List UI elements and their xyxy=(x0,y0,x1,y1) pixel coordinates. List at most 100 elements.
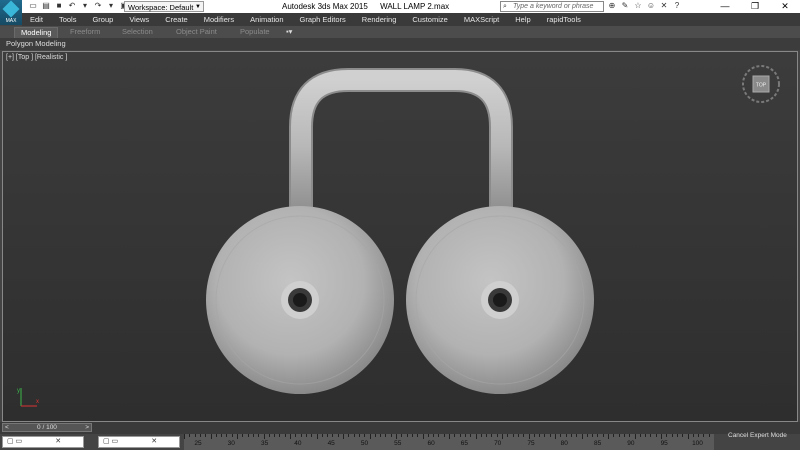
time-slider-value: 0 / 100 xyxy=(37,424,57,431)
menu-modifiers[interactable]: Modifiers xyxy=(196,13,242,26)
timeline-tick xyxy=(698,434,700,437)
right-socket-hole xyxy=(493,293,507,307)
timeline-tick xyxy=(576,434,578,437)
timeline-tick xyxy=(189,434,191,437)
tab-freeform[interactable]: Freeform xyxy=(70,27,100,37)
timeline-tick xyxy=(544,434,546,437)
timeline-tick xyxy=(316,434,318,439)
tab-object-paint[interactable]: Object Paint xyxy=(176,27,217,37)
close-icon[interactable]: ✕ xyxy=(770,0,800,13)
timeline-label: 35 xyxy=(260,440,269,447)
timeline-tick xyxy=(661,434,662,439)
timeline-tick xyxy=(549,434,551,437)
maxscript-listener-mini[interactable]: ▢ ▭ ✕ xyxy=(2,436,84,448)
infocenter-icons: ⊕ ✎ ☆ ☺ ✕ ? xyxy=(607,1,682,11)
time-slider[interactable]: < 0 / 100 > xyxy=(2,423,92,432)
timeline-ruler[interactable]: 25 30 35 40 45 50 55 60 65 70 75 80 85 90 95 100 xyxy=(184,434,714,450)
menu-animation[interactable]: Animation xyxy=(242,13,291,26)
timeline-tick xyxy=(496,434,498,437)
chevron-left-icon[interactable]: < xyxy=(5,424,9,432)
menu-create[interactable]: Create xyxy=(157,13,196,26)
lamp-arm-highlight xyxy=(291,70,511,212)
menu-customize[interactable]: Customize xyxy=(404,13,455,26)
redo-icon[interactable]: ↷ xyxy=(93,1,103,11)
menu-rendering[interactable]: Rendering xyxy=(354,13,405,26)
timeline-tick xyxy=(380,434,382,437)
timeline-tick xyxy=(411,434,413,437)
timeline-label: 80 xyxy=(560,440,568,447)
timeline-tick xyxy=(284,434,286,437)
ribbon-panel-bar: Polygon Modeling xyxy=(0,38,800,50)
timeline-label: 30 xyxy=(227,440,235,447)
timeline-tick xyxy=(555,434,556,439)
timeline-tick xyxy=(539,434,541,437)
timeline-label: 40 xyxy=(294,440,302,447)
viewcube[interactable]: TOP xyxy=(741,64,781,104)
timeline-tick xyxy=(433,434,435,437)
timeline-tick xyxy=(650,434,652,437)
window-title: Autodesk 3ds Max 2015 WALL LAMP 2.max xyxy=(282,1,459,12)
tab-modeling[interactable]: Modeling xyxy=(14,27,59,38)
viewport-top[interactable]: [+] [Top ] [Realistic ] y x TOP xyxy=(2,51,798,422)
timeline-tick xyxy=(565,434,567,437)
timeline-tick xyxy=(502,434,503,439)
undo-icon[interactable]: ↶ xyxy=(67,1,77,11)
save-icon[interactable]: ■ xyxy=(54,1,64,11)
undo-dropdown-icon[interactable]: ▾ xyxy=(80,1,90,11)
timeline-tick xyxy=(199,434,201,437)
timeline-tick xyxy=(295,434,297,437)
menu-bar: Edit Tools Group Views Create Modifiers … xyxy=(22,13,800,26)
timeline-tick xyxy=(337,434,339,437)
cancel-expert-mode-button[interactable]: Cancel Expert Mode xyxy=(728,431,800,441)
timeline-tick xyxy=(682,434,684,437)
ribbon-options-icon[interactable]: ▪▾ xyxy=(286,27,292,37)
account-icon[interactable]: ☺ xyxy=(646,1,656,11)
search-input[interactable]: ⌕ Type a keyword or phrase xyxy=(500,1,604,12)
menu-graph-editors[interactable]: Graph Editors xyxy=(292,13,354,26)
timeline-label: 25 xyxy=(194,440,202,447)
tab-selection[interactable]: Selection xyxy=(122,27,153,37)
timeline-tick xyxy=(480,434,482,437)
timeline-label: 65 xyxy=(460,440,469,447)
menu-help[interactable]: Help xyxy=(507,13,538,26)
menu-edit[interactable]: Edit xyxy=(22,13,51,26)
title-bar: MAX ▭ ▤ ■ ↶ ▾ ↷ ▾ ▣ Workspace: Default ▼… xyxy=(0,0,800,25)
app-logo-icon xyxy=(2,0,20,18)
timeline-tick xyxy=(528,434,530,439)
timeline-tick xyxy=(263,434,265,439)
timeline-tick xyxy=(475,434,477,439)
workspace-select[interactable]: Workspace: Default ▼ xyxy=(124,1,204,12)
redo-dropdown-icon[interactable]: ▾ xyxy=(106,1,116,11)
timeline-tick xyxy=(194,434,196,437)
menu-maxscript[interactable]: MAXScript xyxy=(456,13,507,26)
new-file-icon[interactable]: ▭ xyxy=(28,1,38,11)
star-icon[interactable]: ☆ xyxy=(633,1,643,11)
timeline-tick xyxy=(327,434,329,437)
timeline-tick xyxy=(443,434,445,437)
timeline-tick xyxy=(586,434,588,437)
menu-rapidtools[interactable]: rapidTools xyxy=(539,13,589,26)
menu-tools[interactable]: Tools xyxy=(51,13,85,26)
timeline-label: 95 xyxy=(660,440,668,447)
timeline-tick xyxy=(613,434,615,437)
app-title: Autodesk 3ds Max 2015 xyxy=(282,2,368,11)
help-icon[interactable]: ? xyxy=(672,1,682,11)
open-folder-icon[interactable]: ▤ xyxy=(41,1,51,11)
tools-icon[interactable]: ✎ xyxy=(620,1,630,11)
menu-views[interactable]: Views xyxy=(121,13,157,26)
minimize-icon[interactable]: — xyxy=(710,0,740,13)
menu-group[interactable]: Group xyxy=(84,13,121,26)
timeline-tick xyxy=(406,434,408,437)
polygon-modeling-panel[interactable]: Polygon Modeling xyxy=(6,39,66,49)
app-logo[interactable]: MAX xyxy=(0,0,22,25)
timeline-tick xyxy=(374,434,376,437)
chevron-right-icon[interactable]: > xyxy=(85,424,89,432)
binoculars-icon[interactable]: ⊕ xyxy=(607,1,617,11)
timeline-tick xyxy=(517,434,519,437)
tab-populate[interactable]: Populate xyxy=(240,27,270,37)
timeline-label: 50 xyxy=(360,440,369,447)
track-bar-mini[interactable]: ▢ ▭ ✕ xyxy=(98,436,180,448)
exchange-icon[interactable]: ✕ xyxy=(659,1,669,11)
restore-icon[interactable]: ❐ xyxy=(740,0,770,13)
wall-lamp-model[interactable]: y x xyxy=(3,52,798,422)
